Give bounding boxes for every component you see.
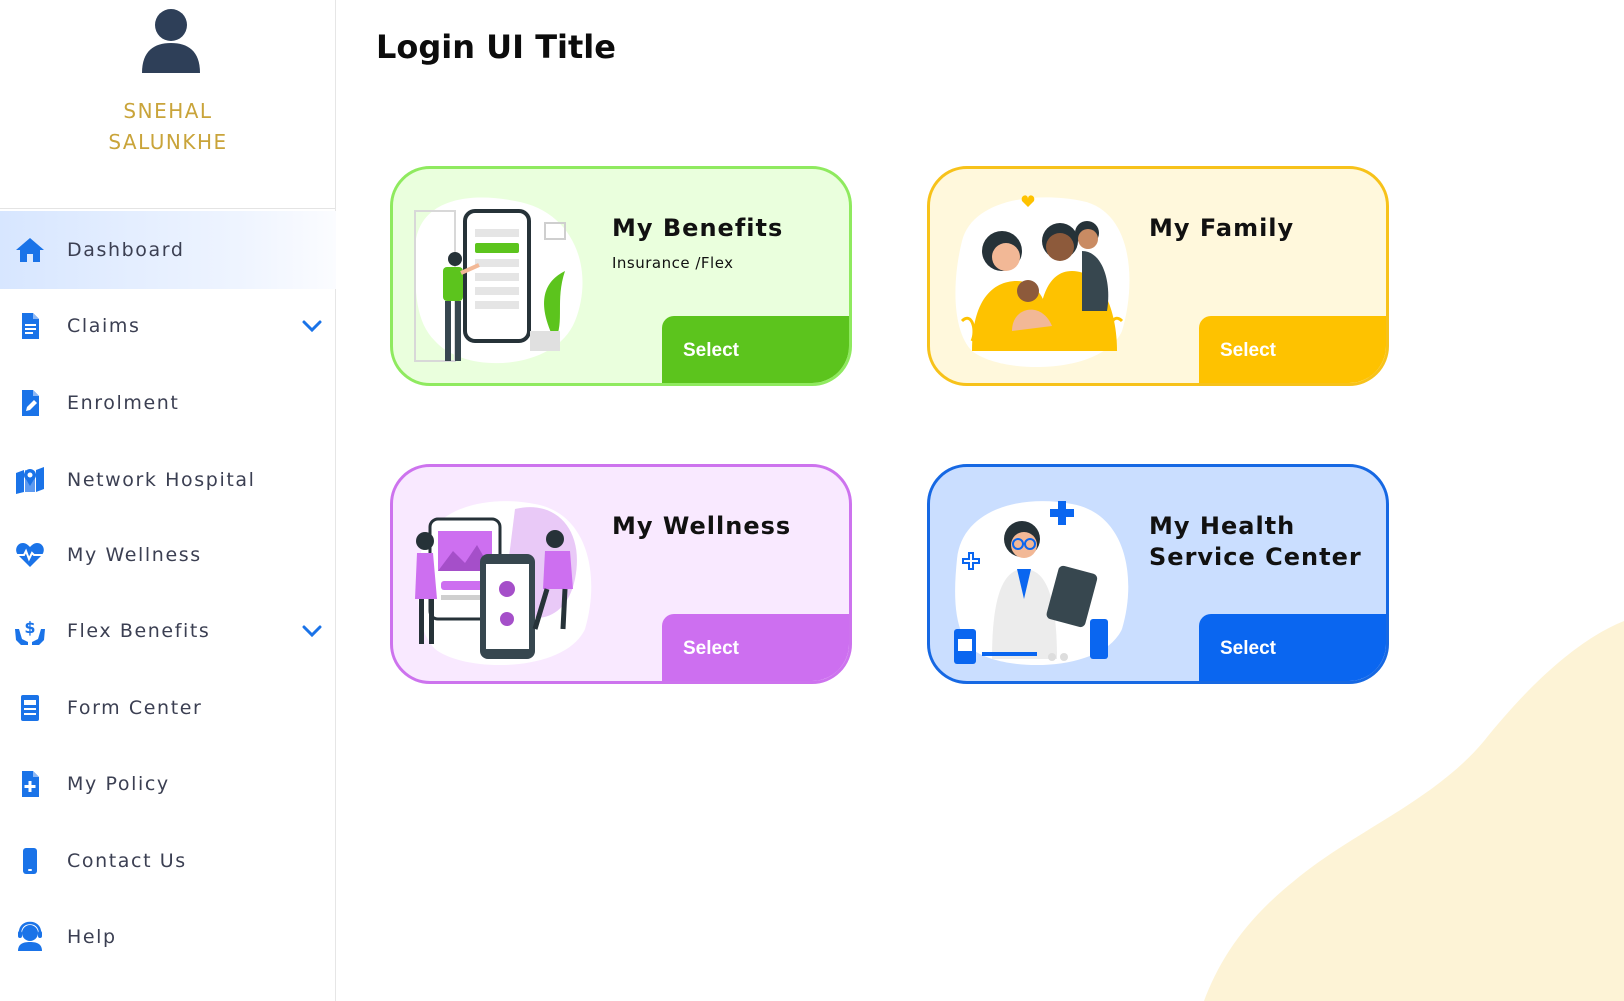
document-icon [22, 313, 39, 339]
sidebar-item-contact-us[interactable]: Contact Us [0, 822, 336, 900]
map-pin-icon [16, 467, 44, 494]
form-icon [21, 695, 39, 721]
wellness-illustration [415, 501, 592, 666]
sidebar-item-label: Network Hospital [67, 469, 256, 491]
edit-document-icon [22, 390, 39, 416]
sidebar-item-dashboard[interactable]: Dashboard [0, 211, 336, 289]
sidebar-item-label: Flex Benefits [67, 620, 211, 642]
sidebar-item-label: Enrolment [67, 392, 180, 414]
card-my-benefits[interactable]: My Benefits Insurance /Flex Select [390, 166, 852, 386]
sidebar-item-label: My Policy [67, 773, 170, 795]
sidebar-item-enrolment[interactable]: Enrolment [0, 364, 336, 442]
policy-plus-icon [22, 771, 39, 797]
card-title: My Family [1149, 214, 1295, 242]
sidebar-item-claims[interactable]: Claims [0, 287, 336, 365]
heartbeat-icon [16, 543, 44, 567]
user-first-name: SNEHAL [123, 99, 213, 123]
card-title: My Benefits [612, 214, 784, 242]
card-my-health-service-center[interactable]: My Health Service Center Select [927, 464, 1389, 684]
sidebar-item-network-hospital[interactable]: Network Hospital [0, 441, 336, 519]
sidebar-item-label: Dashboard [67, 239, 185, 261]
user-last-name: SALUNKHE [108, 130, 228, 154]
user-avatar-icon[interactable] [140, 7, 202, 73]
page-title: Login UI Title [376, 28, 616, 66]
select-button[interactable]: Select [662, 316, 849, 383]
card-title: My Health Service Center [1149, 512, 1362, 571]
doctor-illustration [954, 501, 1129, 666]
chevron-down-icon[interactable] [301, 315, 323, 337]
select-button[interactable]: Select [662, 614, 849, 681]
hands-dollar-icon: $ [15, 618, 45, 645]
user-name: SNEHAL SALUNKHE [0, 96, 336, 158]
home-icon [16, 238, 44, 262]
sidebar-item-help[interactable]: Help [0, 898, 336, 976]
sidebar-item-label: Claims [67, 315, 141, 337]
sidebar-item-my-wellness[interactable]: My Wellness [0, 516, 336, 594]
sidebar-item-flex-benefits[interactable]: $ Flex Benefits [0, 592, 336, 670]
sidebar-item-label: Help [67, 926, 117, 948]
profile-section: SNEHAL SALUNKHE [0, 0, 335, 209]
family-illustration [955, 195, 1130, 368]
benefits-illustration [414, 197, 583, 364]
sidebar-item-label: Contact Us [67, 850, 187, 872]
sidebar-item-my-policy[interactable]: My Policy [0, 745, 336, 823]
card-title: My Wellness [612, 512, 792, 540]
sidebar-item-label: My Wellness [67, 544, 202, 566]
sidebar-item-label: Form Center [67, 697, 203, 719]
card-my-wellness[interactable]: My Wellness Select [390, 464, 852, 684]
svg-text:$: $ [24, 618, 35, 637]
card-my-family[interactable]: My Family Select [927, 166, 1389, 386]
phone-icon [23, 848, 37, 874]
sidebar-item-form-center[interactable]: Form Center [0, 669, 336, 747]
card-subtitle: Insurance /Flex [612, 254, 734, 272]
support-agent-icon [18, 921, 42, 951]
sidebar: SNEHAL SALUNKHE Dashboard Claims Enrolme… [0, 0, 336, 1001]
select-button[interactable]: Select [1199, 614, 1386, 681]
chevron-down-icon[interactable] [301, 620, 323, 642]
select-button[interactable]: Select [1199, 316, 1386, 383]
